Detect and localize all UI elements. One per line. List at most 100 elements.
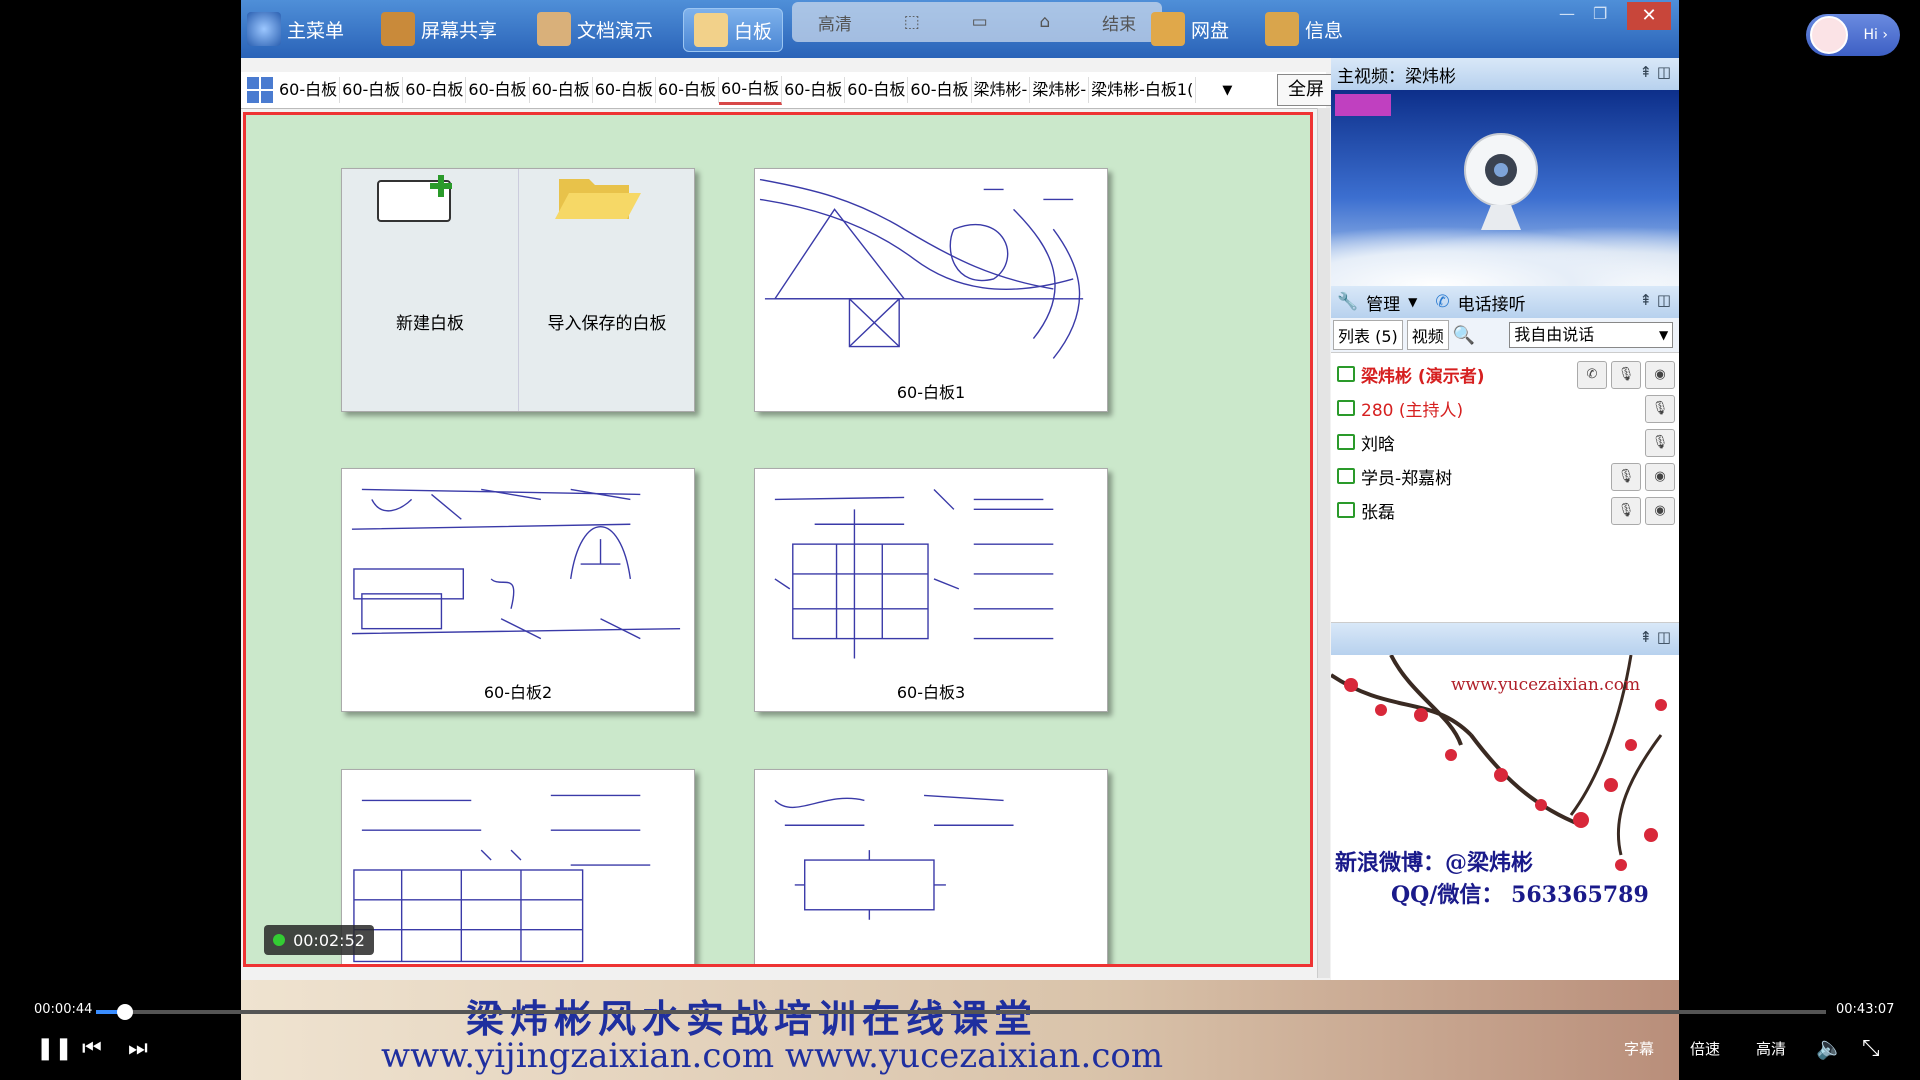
tab-whiteboard[interactable]: 60-白板 bbox=[718, 75, 783, 105]
tab-whiteboard[interactable]: 60-白板 bbox=[277, 77, 341, 103]
pause-icon[interactable]: ❚❚ bbox=[36, 1036, 73, 1061]
grid-view-icon[interactable] bbox=[247, 77, 273, 103]
netdisk-button[interactable]: 网盘 bbox=[1151, 8, 1229, 50]
assistant-badge[interactable]: Hi › bbox=[1806, 14, 1900, 56]
subtitle-button[interactable]: 字幕 bbox=[1624, 1038, 1654, 1059]
course-banner: 梁炜彬风水实战培训在线课堂 www.yijingzaixian.com www.… bbox=[241, 980, 1679, 1080]
panel-controls-icon[interactable]: ⇞ ◫ bbox=[1639, 628, 1671, 646]
new-board-button[interactable]: 新建白板 bbox=[342, 169, 518, 411]
board-thumbnail bbox=[774, 488, 1054, 659]
tab-whiteboard[interactable]: 60-白板 bbox=[403, 77, 467, 103]
main-video bbox=[1331, 90, 1679, 286]
speak-mode-select[interactable]: 我自由说话 ▼ bbox=[1509, 322, 1674, 348]
phone-icon[interactable]: ✆ bbox=[1577, 361, 1607, 389]
tab-whiteboard[interactable]: 梁炜彬- bbox=[1030, 77, 1090, 103]
tab-whiteboard[interactable]: 60-白板 bbox=[530, 77, 593, 103]
board-card-3[interactable]: 60-白板3 bbox=[754, 468, 1108, 712]
participant-name: 280 (主持人) bbox=[1361, 400, 1464, 421]
screen-share-button[interactable]: 屏幕共享 bbox=[381, 8, 497, 50]
microphone-icon[interactable]: 🎙 bbox=[1645, 429, 1675, 457]
board-thumbnail bbox=[774, 794, 1014, 920]
board-card-5[interactable] bbox=[754, 769, 1108, 964]
microphone-icon[interactable]: 🎙 bbox=[1645, 395, 1675, 423]
recording-dot-icon bbox=[273, 934, 286, 946]
tab-whiteboard[interactable]: 60-白板 bbox=[845, 77, 909, 103]
participant-name: 学员-郑嘉树 bbox=[1361, 468, 1453, 489]
tab-whiteboard[interactable]: 60-白板 bbox=[656, 77, 719, 103]
folder-icon bbox=[555, 179, 641, 219]
board-card-2[interactable]: 60-白板2 bbox=[341, 468, 695, 712]
tab-video[interactable]: 视频 bbox=[1406, 320, 1449, 350]
main-toolbar: 主菜单 屏幕共享 文档演示 白板 高清 ⬚ ▭ ⌂ 结束 网盘 信息 — ❐ ✕ bbox=[241, 0, 1679, 58]
previous-icon[interactable]: ⏮ bbox=[82, 1036, 102, 1061]
classroom-app: 主菜单 屏幕共享 文档演示 白板 高清 ⬚ ▭ ⌂ 结束 网盘 信息 — ❐ ✕… bbox=[241, 0, 1679, 980]
camera-icon[interactable]: ◉ bbox=[1645, 463, 1675, 491]
board-thumbnail bbox=[351, 488, 681, 640]
info-button[interactable]: 信息 bbox=[1265, 8, 1343, 50]
wrench-icon: 🔧 bbox=[1337, 292, 1359, 312]
board-scrollbar[interactable] bbox=[1317, 108, 1330, 978]
board-card-1[interactable]: 60-白板1 bbox=[754, 168, 1108, 412]
participant-row[interactable]: 学员-郑嘉树 🎙 ◉ bbox=[1331, 459, 1679, 493]
tab-whiteboard[interactable]: 60-白板 bbox=[340, 77, 404, 103]
current-time: 00:00:44 bbox=[34, 1002, 93, 1017]
tab-list[interactable]: 列表 (5) bbox=[1333, 320, 1403, 350]
quality-button[interactable]: 高清 bbox=[1756, 1038, 1786, 1059]
tab-whiteboard[interactable]: 60-白板 bbox=[782, 77, 846, 103]
tab-whiteboard[interactable]: 60-白板 bbox=[593, 77, 656, 103]
manage-button[interactable]: 管理 bbox=[1366, 290, 1400, 315]
progress-handle[interactable] bbox=[117, 1004, 134, 1020]
monitor-icon bbox=[1337, 502, 1355, 518]
doc-demo-button[interactable]: 文档演示 bbox=[537, 8, 653, 50]
participant-row[interactable]: 张磊 🎙 ◉ bbox=[1331, 493, 1679, 527]
volume-icon[interactable]: 🔈 bbox=[1816, 1036, 1843, 1061]
main-menu-icon bbox=[247, 12, 281, 46]
panel-controls-icon[interactable]: ⇞ ◫ bbox=[1639, 63, 1671, 81]
microphone-icon[interactable]: 🎙 bbox=[1611, 497, 1641, 525]
board-card-4[interactable] bbox=[341, 769, 695, 964]
tab-whiteboard[interactable]: 梁炜彬- bbox=[972, 77, 1031, 103]
tab-whiteboard[interactable]: 梁炜彬-白板1( bbox=[1089, 77, 1197, 103]
manage-header: 🔧 管理 ▼ ✆ 电话接听 ⇞ ◫ bbox=[1331, 286, 1679, 318]
close-icon[interactable]: ✕ bbox=[1627, 2, 1671, 30]
participant-list: 梁炜彬 (演示者) ✆ 🎙 ◉ 280 (主持人) 🎙 刘晗 🎙 学员-郑嘉树 🎙 ◉ 张磊 🎙 ◉ bbox=[1331, 353, 1679, 623]
tab-dropdown-icon[interactable]: ▼ bbox=[1216, 83, 1238, 98]
chevron-down-icon[interactable]: ▼ bbox=[1408, 295, 1417, 309]
new-board-icon bbox=[377, 175, 452, 222]
main-menu-button[interactable]: 主菜单 bbox=[247, 8, 344, 50]
participant-name: 张磊 bbox=[1361, 502, 1395, 523]
new-board-card: 新建白板 导入保存的白板 bbox=[341, 168, 695, 412]
monitor-icon bbox=[1337, 400, 1355, 416]
right-panel: 主视频：梁炜彬 ⇞ ◫ 🔧 管理 ▼ ✆ 电话接听 ⇞ ◫ 列表 (5) 视频 … bbox=[1331, 58, 1679, 980]
panel-controls-icon[interactable]: ⇞ ◫ bbox=[1639, 291, 1671, 309]
whiteboard-icon bbox=[694, 13, 728, 47]
region-icon[interactable]: ⬚ bbox=[904, 12, 920, 32]
speed-button[interactable]: 倍速 bbox=[1690, 1038, 1720, 1059]
tab-whiteboard[interactable]: 60-白板 bbox=[908, 77, 972, 103]
exit-fullscreen-icon[interactable]: ⤡ bbox=[1862, 1036, 1880, 1061]
progress-bar[interactable] bbox=[96, 1004, 1826, 1020]
microphone-icon[interactable]: 🎙 bbox=[1611, 361, 1641, 389]
ad-header: ⇞ ◫ bbox=[1331, 623, 1679, 655]
next-icon[interactable]: ⏭ bbox=[128, 1036, 148, 1061]
end-button[interactable]: 结束 bbox=[1102, 10, 1136, 35]
home-icon[interactable]: ⌂ bbox=[1039, 12, 1050, 32]
search-icon[interactable]: 🔍 bbox=[1453, 325, 1475, 346]
quality-button[interactable]: 高清 bbox=[818, 10, 852, 35]
participant-row[interactable]: 刘晗 🎙 bbox=[1331, 425, 1679, 459]
whiteboard-gallery: 新建白板 导入保存的白板 60-白板1 60-白板2 60-白板3 00:02:… bbox=[243, 112, 1313, 967]
camera-icon[interactable]: ◉ bbox=[1645, 361, 1675, 389]
participant-row[interactable]: 280 (主持人) 🎙 bbox=[1331, 391, 1679, 425]
phone-answer-button[interactable]: 电话接听 bbox=[1458, 290, 1526, 315]
participant-row[interactable]: 梁炜彬 (演示者) ✆ 🎙 ◉ bbox=[1331, 357, 1679, 391]
camera-icon[interactable]: ◉ bbox=[1645, 497, 1675, 525]
microphone-icon[interactable]: 🎙 bbox=[1611, 463, 1641, 491]
fullscreen-button[interactable]: 全屏 bbox=[1277, 74, 1335, 106]
restore-icon[interactable]: ❐ bbox=[1593, 4, 1607, 23]
window-icon[interactable]: ▭ bbox=[972, 12, 988, 32]
tab-whiteboard[interactable]: 60-白板 bbox=[466, 77, 530, 103]
import-board-button[interactable]: 导入保存的白板 bbox=[518, 169, 695, 411]
whiteboard-button[interactable]: 白板 bbox=[683, 8, 784, 52]
minimize-icon[interactable]: — bbox=[1559, 4, 1575, 23]
monitor-icon bbox=[1337, 434, 1355, 450]
